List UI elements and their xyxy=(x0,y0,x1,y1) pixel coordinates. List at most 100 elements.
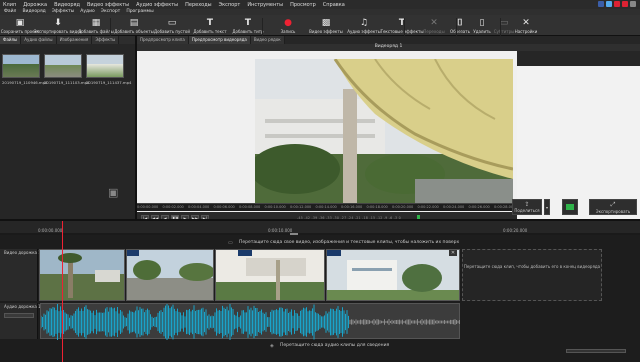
toolbar-label: Добавить файлы xyxy=(78,29,114,34)
share-icon: ⇪ xyxy=(524,201,530,208)
tab-clip-preview[interactable]: Предпросмотр клипа xyxy=(137,36,189,44)
video-track-header: Видео дорожка 1 xyxy=(0,249,41,301)
ruler-baseline xyxy=(0,233,640,235)
fullscreen-icon: ⤢ xyxy=(610,201,616,208)
file-thumbnail[interactable] xyxy=(2,54,40,78)
toolbar-label: Видео эффекты xyxy=(309,29,343,34)
tab-sequence-preview[interactable]: Предпросмотр видеоряда xyxy=(188,36,251,44)
transition-marker[interactable] xyxy=(127,250,139,256)
ruler-tick: 0:00:02.000 xyxy=(162,205,184,209)
preview-timeline-ruler[interactable]: 0:00:00.000 0:00:02.000 0:00:04.000 0:00:06… xyxy=(137,203,517,211)
tab-effects[interactable]: Эффекты xyxy=(92,36,120,44)
ruler-tick: 0:00:20.000 xyxy=(392,205,414,209)
menu-help[interactable]: Справка xyxy=(323,2,345,8)
facebook-icon[interactable] xyxy=(598,1,604,7)
tab-files[interactable]: Файлы xyxy=(0,36,22,44)
playhead[interactable] xyxy=(62,221,63,362)
file-name: 20190719_111103.mp4 xyxy=(44,80,90,85)
ruler-tick: 0:00:08.000 xyxy=(239,205,261,209)
share-button-label: Поделиться xyxy=(514,208,540,213)
record-icon: ● xyxy=(284,18,292,28)
close-clip-icon[interactable]: ✕ xyxy=(449,250,457,256)
media-library-panel: Файлы Аудио файлы Изображения Эффекты 20… xyxy=(0,36,135,219)
menu-track[interactable]: Дорожка xyxy=(23,2,47,8)
ruler-tick: 0:00:24.000 xyxy=(443,205,465,209)
menu-video-effects[interactable]: Видео эффекты xyxy=(87,2,129,8)
menu-clip[interactable]: Клип xyxy=(3,2,16,8)
google-plus-icon[interactable] xyxy=(622,1,628,7)
clip-filmstrip xyxy=(40,250,124,300)
share-dropdown-button[interactable]: ▾ xyxy=(544,199,550,215)
export-icon: ⬇ xyxy=(54,18,62,28)
settings-icon: ✕ xyxy=(522,18,530,28)
video-clip[interactable]: ✕ xyxy=(326,249,460,301)
ruler-tick: 0:00:06.000 xyxy=(213,205,235,209)
audio-effects-icon: ♫ xyxy=(359,18,369,28)
transition-marker[interactable] xyxy=(238,250,252,256)
export-preview-button[interactable] xyxy=(562,199,578,215)
toolbar-label: Запись xyxy=(280,29,296,34)
ruler-tick: 0:00:16.000 xyxy=(341,205,363,209)
toolbar: Файл Видеоряд Эффекты Аудио Экспорт Прог… xyxy=(0,9,640,40)
ruler-tick: 0:00:00.000 xyxy=(137,205,159,209)
overlay-track-icon: ▭ xyxy=(228,240,233,246)
video-effects-button[interactable]: ▩ Видео эффекты xyxy=(306,16,346,34)
tab-audio-files[interactable]: Аудио файлы xyxy=(21,36,57,44)
text-effects-icon: T xyxy=(398,18,406,28)
toolbar-label: Добавить пустой xyxy=(154,29,190,34)
file-thumbnail[interactable] xyxy=(86,54,124,78)
transition-marker[interactable] xyxy=(327,250,341,256)
audio-volume-slider[interactable] xyxy=(4,313,34,318)
video-clip[interactable] xyxy=(126,249,214,301)
menu-transitions[interactable]: Переходы xyxy=(185,2,212,8)
video-clip[interactable] xyxy=(215,249,325,301)
share-button[interactable]: ⇪ Поделиться xyxy=(512,199,542,215)
overlay-drop-hint: Перетащите сюда свое видео, изображения … xyxy=(239,240,460,245)
preview-tabs: Предпросмотр клипа Предпросмотр видеоряд… xyxy=(137,36,285,44)
media-tabs: Файлы Аудио файлы Изображения Эффекты xyxy=(0,36,135,44)
export-button-label: Экспортировать xyxy=(595,209,631,214)
audio-track-label: Аудио дорожка 1 xyxy=(4,304,41,309)
ruler-tick: 0:00:26.000 xyxy=(468,205,490,209)
menu-audio-effects[interactable]: Аудио эффекты xyxy=(136,2,178,8)
timeline-ruler[interactable]: 0:00:00.000 0:00:10.000 0:00:20.000 xyxy=(0,221,640,235)
video-drop-zone[interactable]: Перетащите сюда клип, чтобы добавить его… xyxy=(462,249,602,301)
export-button[interactable]: ⬇ Экспортировать видео xyxy=(34,16,82,34)
add-files-icon: ▦ xyxy=(91,18,101,28)
video-clip[interactable] xyxy=(39,249,125,301)
ruler-tick: 0:00:14.000 xyxy=(315,205,337,209)
twitter-icon[interactable] xyxy=(606,1,612,7)
menu-tools[interactable]: Инструменты xyxy=(247,2,283,8)
add-text-button[interactable]: T Добавить текст xyxy=(190,16,230,34)
menu-view[interactable]: Просмотр xyxy=(290,2,316,8)
menu-export[interactable]: Экспорт xyxy=(219,2,241,8)
settings-button[interactable]: ✕ Настройки xyxy=(506,16,546,34)
audio-track-header: Аудио дорожка 1 xyxy=(0,303,41,339)
preview-canvas: 0:00:00.000 0:00:02.000 0:00:04.000 0:00:06… xyxy=(137,51,640,238)
record-button[interactable]: ● Запись xyxy=(268,16,308,34)
audio-drop-hint: Перетащите сюда аудио клипы для сведения xyxy=(280,343,390,348)
video-frame-image xyxy=(255,59,513,204)
file-name: 20190719_110946.mp4 xyxy=(2,80,48,85)
timeline-scroll-thumb[interactable] xyxy=(290,233,298,235)
tab-video-track[interactable]: Видео рядок xyxy=(250,36,285,44)
menu-bar: Клип Дорожка Видеоряд Видео эффекты Ауди… xyxy=(0,0,640,9)
ruler-tick: 0:00:12.000 xyxy=(290,205,312,209)
audio-waveform xyxy=(40,299,460,345)
export-video-button[interactable]: ⤢ Экспортировать xyxy=(589,199,637,215)
file-thumbnail[interactable] xyxy=(44,54,82,78)
audio-clip[interactable] xyxy=(40,299,460,345)
menu-sequence[interactable]: Видеоряд xyxy=(54,2,80,8)
toolbar-label: Экспортировать видео xyxy=(33,29,83,34)
add-title-icon: T xyxy=(244,18,252,28)
zoom-slider[interactable] xyxy=(566,349,626,353)
video-effects-icon: ▩ xyxy=(321,18,331,28)
tab-images[interactable]: Изображения xyxy=(56,36,93,44)
add-objects-button[interactable]: ▤ Добавить объекты xyxy=(114,16,154,34)
add-blank-button[interactable]: ▭ Добавить пустой xyxy=(152,16,192,34)
help-icon[interactable] xyxy=(630,1,636,7)
ruler-tick: 0:00:22.000 xyxy=(417,205,439,209)
audio-effects-button[interactable]: ♫ Аудио эффекты xyxy=(344,16,384,34)
toolbar-label: Добавить титр xyxy=(232,29,264,34)
youtube-icon[interactable] xyxy=(614,1,620,7)
